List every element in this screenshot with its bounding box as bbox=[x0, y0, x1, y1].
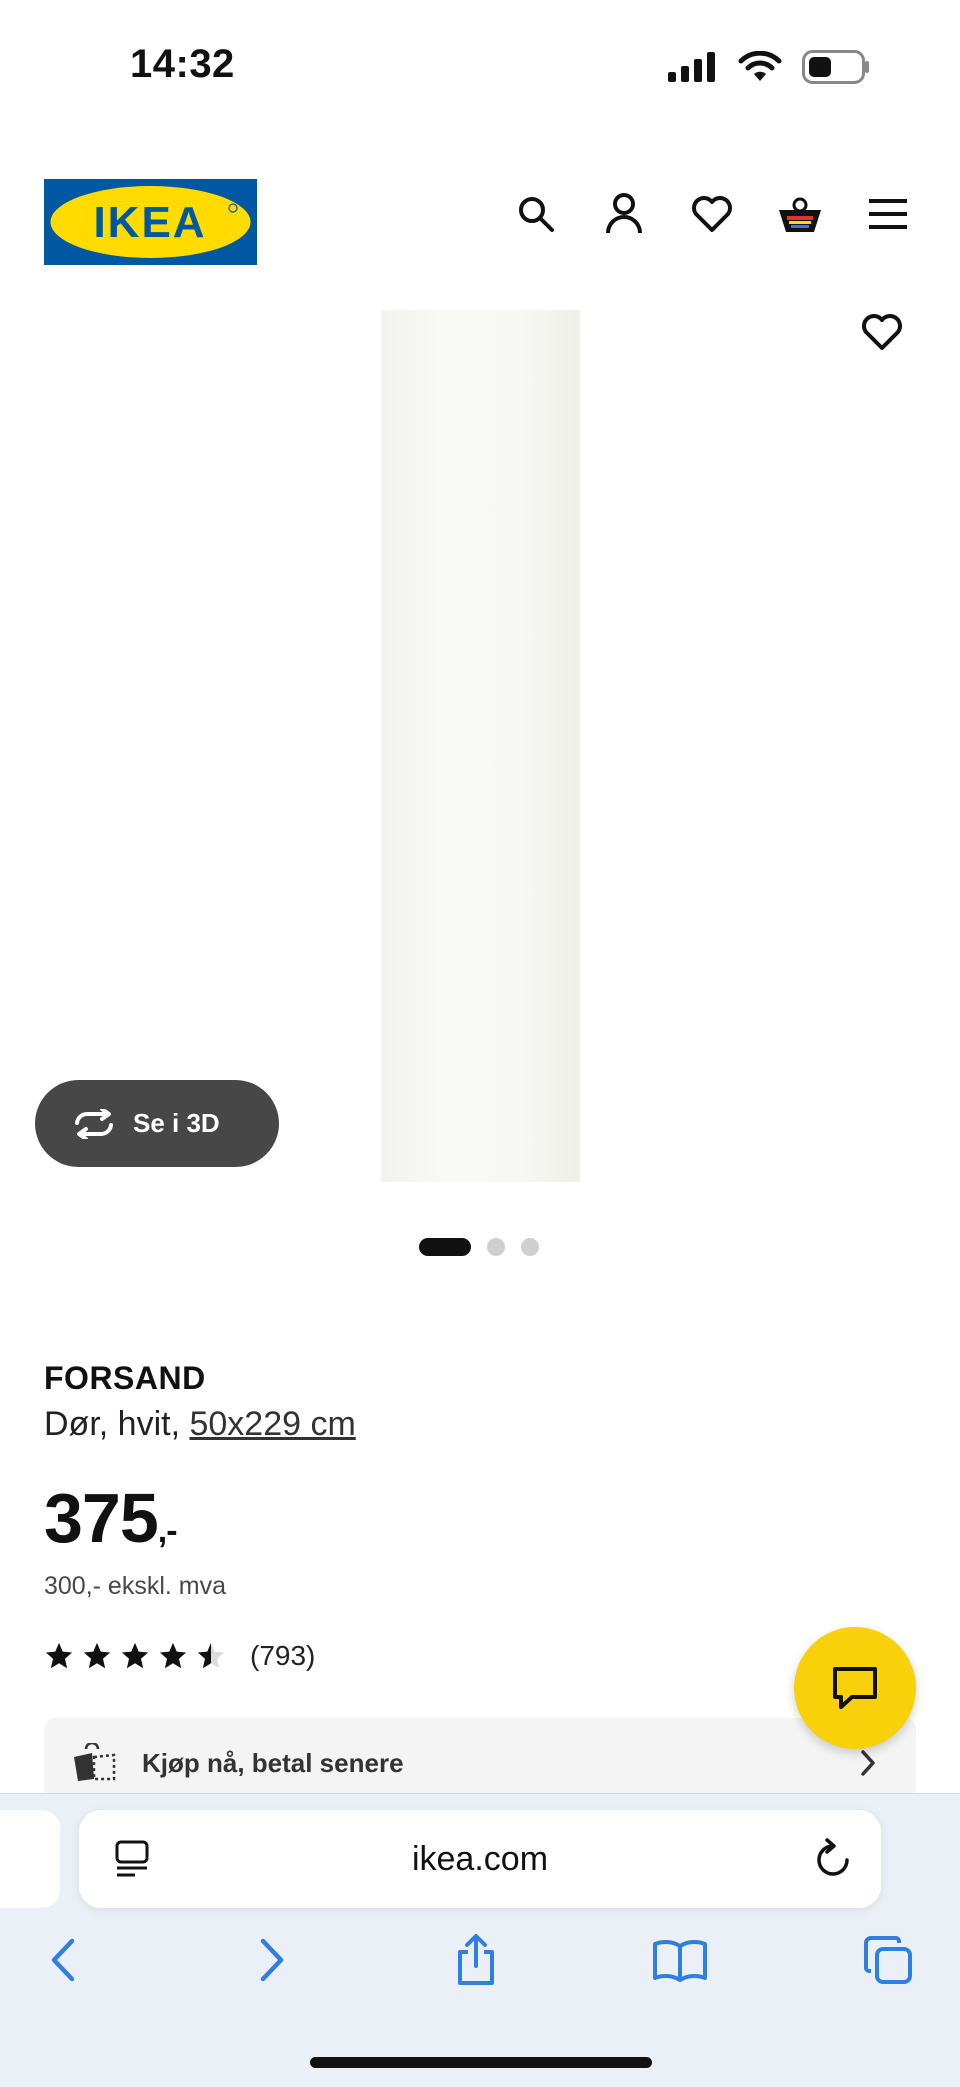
bookmarks-icon[interactable] bbox=[650, 1930, 710, 1990]
forward-icon[interactable] bbox=[243, 1930, 303, 1990]
chat-icon bbox=[833, 1667, 877, 1709]
chevron-right-icon bbox=[861, 1750, 875, 1776]
star-icon bbox=[121, 1642, 149, 1669]
browser-nav-toolbar bbox=[0, 1930, 960, 2000]
product-description: Dør, hvit, 50x229 cm bbox=[44, 1405, 356, 1444]
basket-icon[interactable] bbox=[776, 190, 824, 238]
price-value: 375 bbox=[44, 1479, 159, 1557]
back-icon[interactable] bbox=[32, 1930, 92, 1990]
address-bar[interactable]: ikea.com bbox=[79, 1810, 881, 1908]
pagination-dot[interactable] bbox=[487, 1238, 505, 1256]
pay-later-label: Kjøp nå, betal senere bbox=[142, 1747, 404, 1778]
reload-icon[interactable] bbox=[813, 1838, 853, 1880]
chat-button[interactable] bbox=[794, 1627, 916, 1749]
product-image[interactable] bbox=[381, 310, 580, 1182]
gallery-pagination bbox=[419, 1238, 539, 1256]
pay-later-icon bbox=[74, 1743, 116, 1781]
view-3d-label: Se i 3D bbox=[133, 1108, 220, 1138]
tabs-icon[interactable] bbox=[858, 1930, 918, 1990]
account-icon[interactable] bbox=[600, 190, 648, 238]
home-indicator bbox=[310, 2057, 652, 2068]
price-ex-vat: 300,- ekskl. mva bbox=[44, 1572, 227, 1600]
star-icon bbox=[83, 1642, 111, 1669]
previous-tab-peek[interactable] bbox=[0, 1810, 60, 1908]
signal-icon bbox=[668, 52, 715, 82]
share-icon[interactable] bbox=[446, 1930, 506, 1990]
status-icons bbox=[668, 50, 870, 84]
url-text: ikea.com bbox=[411, 1840, 549, 1878]
header-nav bbox=[512, 190, 912, 238]
view-3d-button[interactable]: Se i 3D bbox=[35, 1080, 279, 1167]
star-icon bbox=[45, 1642, 73, 1669]
rating-count: (793) bbox=[250, 1640, 316, 1671]
product-type: Dør, hvit, bbox=[44, 1405, 190, 1443]
heart-icon[interactable] bbox=[688, 190, 736, 238]
favourite-heart-icon[interactable] bbox=[856, 306, 908, 358]
star-icon bbox=[159, 1642, 187, 1669]
battery-icon bbox=[802, 50, 869, 84]
wifi-icon bbox=[738, 51, 782, 81]
rotate-3d-icon bbox=[75, 1108, 113, 1139]
rating[interactable]: (793) bbox=[44, 1640, 315, 1672]
pagination-dot-active[interactable] bbox=[419, 1238, 471, 1256]
product-name: FORSAND bbox=[44, 1360, 206, 1396]
logo-text: IKEA bbox=[93, 198, 206, 247]
product-price: 375,- bbox=[44, 1478, 178, 1558]
size-link[interactable]: 50x229 cm bbox=[189, 1405, 355, 1443]
half-star-icon bbox=[197, 1642, 225, 1669]
menu-icon[interactable] bbox=[864, 190, 912, 238]
price-suffix: ,- bbox=[157, 1512, 178, 1550]
search-icon[interactable] bbox=[512, 190, 560, 238]
pagination-dot[interactable] bbox=[521, 1238, 539, 1256]
status-time: 14:32 bbox=[130, 42, 235, 86]
ikea-logo[interactable]: IKEA bbox=[44, 179, 257, 265]
